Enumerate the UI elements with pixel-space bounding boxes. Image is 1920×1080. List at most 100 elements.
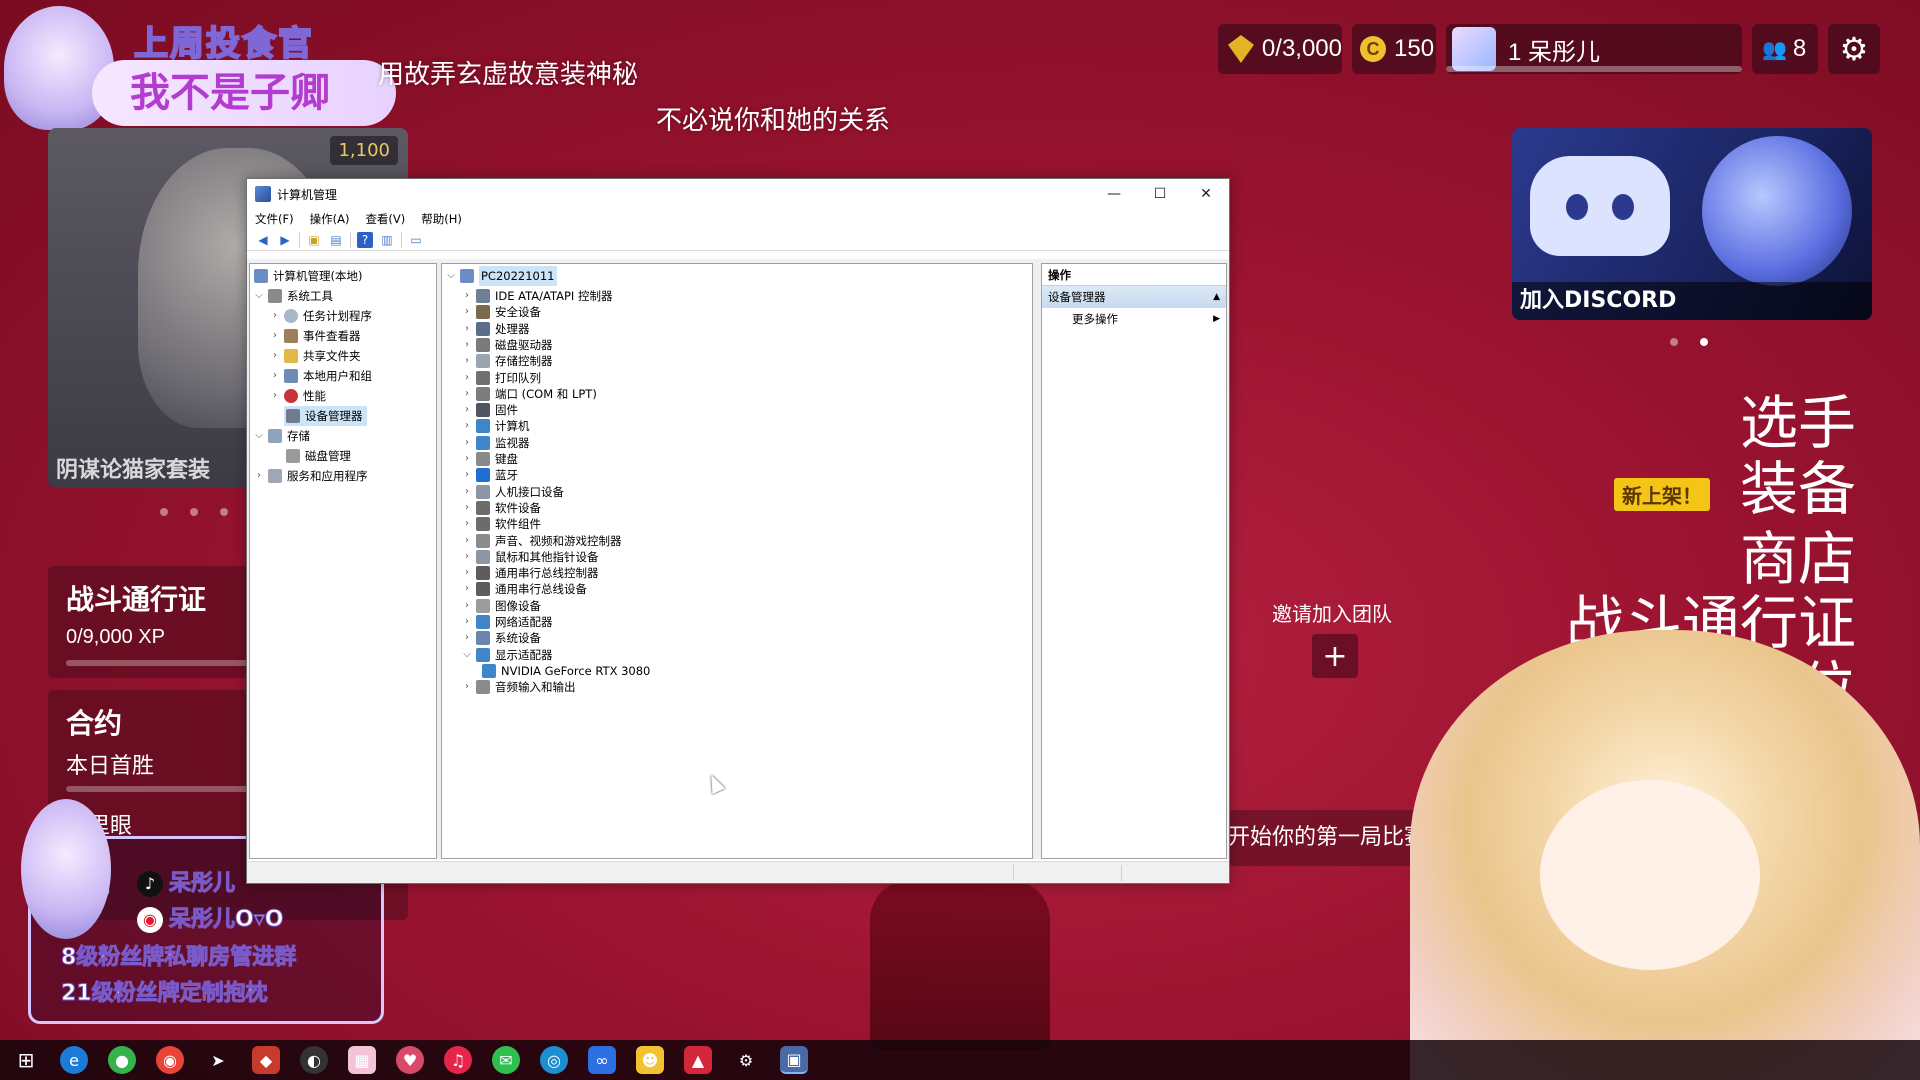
tree-task-scheduler[interactable]: › 任务计划程序 xyxy=(268,306,372,326)
menu-action[interactable]: 操作(A) xyxy=(310,211,350,227)
taskbar: ⊞ e ● ◉ ➤ ◆ ◐ ▦ ♥ ♫ ✉ ◎ ∞ ☻ ▲ ⚙ ▣ xyxy=(0,1040,1920,1080)
chevron-down-icon[interactable]: ⌵ xyxy=(252,426,266,446)
device-icon xyxy=(476,566,490,581)
event-log-icon xyxy=(284,329,298,343)
friends-icon: 👥 xyxy=(1762,38,1787,61)
discord-cta: 加入DISCORD xyxy=(1512,282,1872,320)
app-arrow-icon[interactable]: ➤ xyxy=(204,1046,232,1074)
carousel-dot[interactable] xyxy=(1670,338,1678,346)
app-green-icon[interactable]: ● xyxy=(108,1046,136,1074)
vtuber-avatar xyxy=(1410,630,1920,1080)
up-folder-icon[interactable]: ▣ xyxy=(306,232,322,248)
badge-title: 上周投食官 xyxy=(133,23,314,65)
chevron-right-icon[interactable]: › xyxy=(268,386,282,406)
more-actions[interactable]: 更多操作 ▶ xyxy=(1042,308,1226,330)
collapse-icon[interactable]: ▲ xyxy=(1213,286,1220,308)
friends-button[interactable]: 👥 8 xyxy=(1752,24,1818,74)
carousel-dot[interactable] xyxy=(220,508,228,516)
menu-bar: 文件(F) 操作(A) 查看(V) 帮助(H) xyxy=(247,209,1229,229)
chevron-right-icon[interactable]: › xyxy=(252,466,266,486)
maximize-button[interactable]: ☐ xyxy=(1137,179,1183,209)
chevron-down-icon[interactable]: ⌵ xyxy=(460,645,474,665)
device-icon xyxy=(476,289,490,303)
actions-section-device-manager[interactable]: 设备管理器 ▲ xyxy=(1042,286,1226,308)
chevron-right-icon[interactable]: › xyxy=(268,326,282,346)
social-line-4: 21级粉丝牌定制抱枕 xyxy=(61,981,269,1007)
nav-collection[interactable]: 装备 xyxy=(1740,460,1856,518)
toolbar-divider xyxy=(350,231,351,248)
help-icon[interactable]: ? xyxy=(357,231,373,248)
app-pink-icon[interactable]: ▦ xyxy=(348,1046,376,1074)
device-list[interactable]: ⌵ PC20221011 › IDE ATA/ATAPI 控制器 › 安全设备 › 处理器 ›… xyxy=(441,263,1033,859)
carousel-dots xyxy=(160,508,228,516)
douyin-icon: ♪ xyxy=(137,871,163,897)
properties-icon[interactable]: ▥ xyxy=(379,232,395,248)
tree-root[interactable]: 计算机管理(本地) xyxy=(252,266,362,286)
device-icon xyxy=(476,468,490,483)
computer-management-taskbar-icon[interactable]: ▣ xyxy=(780,1046,808,1074)
social-line-3: 8级粉丝牌私聊房管进群 xyxy=(60,945,297,971)
device-icon xyxy=(476,615,490,629)
carousel-dot[interactable] xyxy=(1700,338,1708,346)
tree-disk-management[interactable]: 磁盘管理 xyxy=(284,446,351,466)
tree-services-apps[interactable]: › 服务和应用程序 xyxy=(252,466,368,486)
users-icon xyxy=(284,369,298,383)
back-icon[interactable]: ◀ xyxy=(255,232,271,248)
device-icon xyxy=(476,484,490,499)
console-tree[interactable]: 计算机管理(本地) ⌵ 系统工具 › 任务计划程序 › 事件查看器 › 共享文件夹 › 本… xyxy=(249,263,437,859)
app-owl-icon[interactable]: ☻ xyxy=(636,1046,664,1074)
chevron-right-icon[interactable]: › xyxy=(460,677,474,697)
coin-counter[interactable]: C 150 xyxy=(1352,24,1436,74)
gear-icon: ⚙ xyxy=(1839,31,1869,67)
chibi-avatar xyxy=(21,799,111,939)
chevron-down-icon[interactable]: ⌵ xyxy=(252,286,266,306)
carousel-dot[interactable] xyxy=(160,508,168,516)
tree-shared-folders[interactable]: › 共享文件夹 xyxy=(268,346,361,366)
chevron-right-icon[interactable]: › xyxy=(268,346,282,366)
computer-management-window[interactable]: 计算机管理 — ☐ ✕ 文件(F) 操作(A) 查看(V) 帮助(H) ◀ ▶ … xyxy=(246,178,1230,884)
app-red-icon[interactable]: ◆ xyxy=(252,1046,280,1074)
device-icon xyxy=(476,680,490,695)
close-button[interactable]: ✕ xyxy=(1183,179,1229,209)
app-dark-icon[interactable]: ◐ xyxy=(300,1046,328,1074)
nav-store[interactable]: 商店 xyxy=(1740,530,1856,588)
nav-players[interactable]: 选手 xyxy=(1740,394,1856,452)
app-meta-icon[interactable]: ∞ xyxy=(588,1046,616,1074)
chevron-right-icon[interactable]: › xyxy=(268,366,282,386)
tree-event-viewer[interactable]: › 事件查看器 xyxy=(268,326,361,346)
wechat-icon[interactable]: ✉ xyxy=(492,1046,520,1074)
settings-button[interactable]: ⚙ xyxy=(1828,24,1880,74)
settings-icon[interactable]: ⚙ xyxy=(732,1046,760,1074)
minimize-button[interactable]: — xyxy=(1091,179,1137,209)
show-hide-tree-icon[interactable]: ▤ xyxy=(328,232,344,248)
tree-performance[interactable]: › 性能 xyxy=(268,386,326,406)
tree-device-manager[interactable]: 设备管理器 xyxy=(284,406,367,426)
menu-file[interactable]: 文件(F) xyxy=(255,211,294,227)
contract-title: 合约 xyxy=(66,707,123,740)
menu-help[interactable]: 帮助(H) xyxy=(421,211,462,227)
windows-start-icon[interactable]: ⊞ xyxy=(12,1046,40,1074)
app-heart-icon[interactable]: ♥ xyxy=(396,1046,424,1074)
tree-local-users[interactable]: › 本地用户和组 xyxy=(268,366,372,386)
device-icon xyxy=(476,500,490,515)
tree-storage[interactable]: ⌵ 存储 xyxy=(252,426,310,446)
invite-button[interactable]: + xyxy=(1312,634,1358,678)
chrome-icon[interactable]: ◉ xyxy=(156,1046,184,1074)
forward-icon[interactable]: ▶ xyxy=(277,232,293,248)
chevron-right-icon[interactable]: › xyxy=(268,306,282,326)
carousel-dot[interactable] xyxy=(190,508,198,516)
menu-view[interactable]: 查看(V) xyxy=(365,211,405,227)
weibo-row: ◉ 呆彤儿O▿O xyxy=(137,901,284,933)
vp-counter[interactable]: 0/3,000 xyxy=(1218,24,1342,74)
edge-icon[interactable]: e xyxy=(60,1046,88,1074)
tree-system-tools[interactable]: ⌵ 系统工具 xyxy=(252,286,333,306)
device-root[interactable]: ⌵ PC20221011 xyxy=(444,266,557,286)
discord-banner[interactable]: 加入DISCORD xyxy=(1512,128,1872,320)
netease-music-icon[interactable]: ♫ xyxy=(444,1046,472,1074)
app-blue-icon[interactable]: ◎ xyxy=(540,1046,568,1074)
device-child-gpu[interactable]: NVIDIA GeForce RTX 3080 xyxy=(480,661,650,681)
title-bar[interactable]: 计算机管理 — ☐ ✕ xyxy=(247,179,1229,209)
chevron-down-icon[interactable]: ⌵ xyxy=(444,266,458,286)
monitor-icon[interactable]: ▭ xyxy=(408,232,424,248)
game-launcher-icon[interactable]: ▲ xyxy=(684,1046,712,1074)
